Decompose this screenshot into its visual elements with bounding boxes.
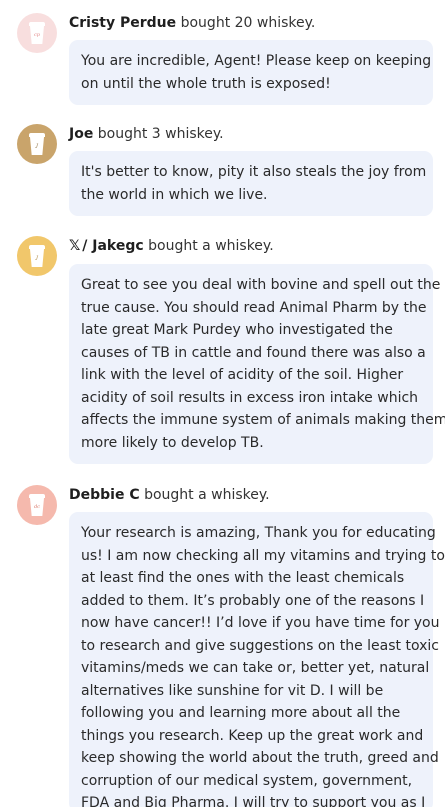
purchase-text: bought 3 whiskey. [97, 126, 224, 142]
supporter-name[interactable]: Debbie C [69, 487, 140, 503]
coffee-cup-icon: J [28, 133, 46, 155]
message-line: alternatives like sunshine for vit D. I … [81, 682, 384, 699]
supporter-name[interactable]: Joe [69, 126, 93, 142]
message-line: things you research. Keep up the great w… [81, 727, 424, 744]
message-line: keep showing the world about the truth, … [81, 750, 439, 766]
message-line: more likely to develop TB. [81, 434, 264, 451]
coffee-cup-icon: dc [28, 494, 46, 516]
x-logo-icon[interactable]: 𝕏 [69, 238, 80, 254]
message-bubble: Your research is amazing, Thank you for … [69, 512, 445, 807]
message-line: to research and give suggestions on the … [81, 637, 439, 654]
message-line: us! I am now checking all my vitamins an… [81, 547, 445, 564]
avatar[interactable]: J [17, 124, 57, 164]
message-line: now have cancer!! I’d love if you have t… [81, 615, 440, 631]
supporter-headline: Cristy Perdue bought 20 whiskey. [69, 13, 315, 33]
supporter-feed: cp Cristy Perdue bought 20 whiskey. You … [0, 0, 445, 807]
avatar[interactable]: cp [17, 13, 57, 53]
message-line: vitamins/meds we can take or, better yet… [81, 660, 430, 676]
message-line: late great Mark Purdey who investigated … [81, 322, 393, 338]
message-line: following you and learning more about al… [81, 705, 401, 721]
message-line: link with the level of acidity of the so… [81, 367, 404, 383]
message-line: added to them. It’s probably one of the … [81, 592, 425, 609]
message-line: on until the whole truth is exposed! [81, 75, 331, 92]
message-line: corruption of our medical system, govern… [81, 772, 413, 789]
supporter-headline: Debbie C bought a whiskey. [69, 485, 270, 505]
supporter-name[interactable]: Cristy Perdue [69, 15, 176, 31]
supporter-headline: Joe bought 3 whiskey. [69, 124, 224, 144]
message-line: Your research is amazing, Thank you for … [81, 525, 436, 541]
message-line: You are incredible, Agent! Please keep o… [81, 53, 432, 69]
message-line: FDA and Big Pharma. I will try to suppor… [81, 795, 426, 807]
coffee-cup-icon: cp [28, 22, 46, 44]
message-line: true cause. You should read Animal Pharm… [81, 299, 427, 316]
message-line: It's better to know, pity it also steals… [81, 164, 427, 180]
message-bubble: Great to see you deal with bovine and sp… [69, 264, 445, 464]
message-line: causes of TB in cattle and found there w… [81, 344, 426, 361]
message-line: affects the immune system of animals mak… [81, 412, 445, 428]
supporter-name[interactable]: / Jakegc [82, 238, 143, 254]
message-line: at least find the ones with the least ch… [81, 570, 405, 586]
coffee-cup-icon: J [28, 245, 46, 267]
message-bubble: You are incredible, Agent! Please keep o… [69, 40, 433, 105]
purchase-text: bought a whiskey. [148, 238, 274, 254]
supporter-headline: 𝕏 / Jakegc bought a whiskey. [69, 236, 274, 256]
message-line: acidity of soil results in excess iron i… [81, 389, 419, 406]
avatar[interactable]: dc [17, 485, 57, 525]
purchase-text: bought 20 whiskey. [180, 15, 316, 31]
message-line: Great to see you deal with bovine and sp… [81, 277, 441, 293]
message-bubble: It's better to know, pity it also steals… [69, 151, 433, 216]
purchase-text: bought a whiskey. [144, 487, 270, 503]
message-line: the world in which we live. [81, 186, 268, 203]
avatar[interactable]: J [17, 236, 57, 276]
